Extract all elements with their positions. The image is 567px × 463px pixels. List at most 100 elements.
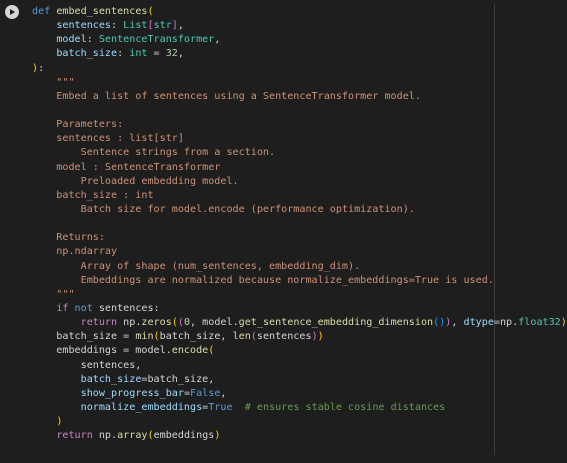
code-token: model [56, 34, 87, 46]
run-cell-button[interactable] [5, 5, 19, 19]
code-token: ( [208, 345, 215, 357]
code-token: return [80, 317, 118, 329]
code-token: batch_size = [32, 331, 136, 343]
code-token: , model. [190, 317, 239, 329]
code-line: Returns: [32, 231, 567, 245]
code-line: Embed a list of sentences using a Senten… [32, 90, 567, 104]
code-token: if [56, 302, 69, 314]
code-token: """ [32, 76, 75, 88]
code-token: min [135, 331, 154, 343]
code-token: encode [171, 345, 209, 357]
play-icon [10, 8, 15, 15]
code-token: np.ndarray [32, 246, 118, 258]
code-token: str [153, 20, 172, 32]
code-token: show_progress_bar [80, 387, 184, 399]
code-token: , [177, 20, 184, 32]
code-line: show_progress_bar=False, [32, 387, 567, 401]
code-token: : [86, 34, 99, 46]
code-line: np.ndarray [32, 245, 567, 259]
code-token: 32 [165, 48, 178, 60]
code-token: , [177, 48, 184, 60]
code-token: batch_size [80, 373, 142, 385]
code-token: # ensures stable cosine distances [244, 401, 446, 413]
code-token: ) [214, 430, 221, 442]
code-token: np. [117, 317, 142, 329]
code-line: return np.zeros((0, model.get_sentence_e… [32, 316, 567, 330]
code-token: List [123, 20, 148, 32]
code-token: embeddings [153, 430, 215, 442]
code-token: return [56, 430, 93, 442]
code-token: sentences: [92, 302, 160, 314]
code-line: Parameters: [32, 118, 567, 132]
code-token: SentenceTransformer [98, 34, 215, 46]
code-line: batch_size=batch_size, [32, 373, 567, 387]
code-line: batch_size: int = 32, [32, 47, 567, 61]
code-line: """ [32, 288, 567, 302]
code-token: False [190, 387, 221, 399]
code-line: """ [32, 76, 567, 90]
code-token: np. [92, 430, 118, 442]
code-token: Batch size for model.encode (performance… [32, 203, 415, 215]
code-token: =batch_size, [141, 373, 215, 385]
code-token: sentences [256, 331, 312, 343]
code-token: int [129, 48, 148, 60]
code-token: sentences, [32, 359, 142, 371]
code-token: not [74, 302, 93, 314]
code-line: ): [32, 62, 567, 76]
code-token: Sentence strings from a section. [32, 147, 276, 159]
code-token: get_sentence_embedding_dimension [238, 317, 434, 329]
code-line: sentences, [32, 359, 567, 373]
code-token: batch_size, [159, 331, 233, 343]
code-line: Array of shape (num_sentences, embedding… [32, 260, 567, 274]
code-token: ) [317, 331, 324, 343]
code-token: array [117, 430, 148, 442]
code-token: batch_size : int [32, 189, 154, 201]
code-cell[interactable]: def embed_sentences( sentences: List[str… [0, 0, 567, 463]
code-editor[interactable]: def embed_sentences( sentences: List[str… [32, 5, 567, 443]
code-token: zeros [141, 317, 172, 329]
code-line: sentences : list[str] [32, 132, 567, 146]
code-token: sentences : list[str] [32, 133, 184, 145]
code-line: Embeddings are normalized because normal… [32, 274, 567, 288]
code-line: model : SentenceTransformer [32, 161, 567, 175]
code-token: """ [32, 288, 75, 300]
code-token: : [38, 62, 45, 74]
code-line: Sentence strings from a section. [32, 146, 567, 160]
code-token: , [214, 34, 221, 46]
code-line: embeddings = model.encode( [32, 344, 567, 358]
code-token: Returns: [32, 232, 105, 244]
code-token: : [117, 48, 130, 60]
code-line: sentences: List[str], [32, 19, 567, 33]
code-token: , [220, 387, 227, 399]
code-line: Preloaded embedding model. [32, 175, 567, 189]
code-token: Parameters: [32, 119, 124, 131]
code-token: Array of shape (num_sentences, embedding… [32, 260, 361, 272]
code-token: : [111, 20, 124, 32]
code-token: ( [147, 6, 154, 17]
code-token: Embeddings are normalized because normal… [32, 274, 494, 286]
code-token: embed_sentences [56, 6, 148, 17]
code-token: embeddings = model. [32, 345, 172, 357]
code-token: =np. [493, 317, 519, 329]
code-token: float32 [518, 317, 561, 329]
code-token: Embed a list of sentences using a Senten… [32, 90, 421, 102]
code-token: Preloaded embedding model. [32, 175, 239, 187]
code-line: batch_size : int [32, 189, 567, 203]
code-token: len [232, 331, 251, 343]
code-line: batch_size = min(batch_size, len(sentenc… [32, 330, 567, 344]
code-line: ) [32, 415, 567, 429]
code-token: batch_size [56, 48, 118, 60]
code-token: , [451, 317, 464, 329]
